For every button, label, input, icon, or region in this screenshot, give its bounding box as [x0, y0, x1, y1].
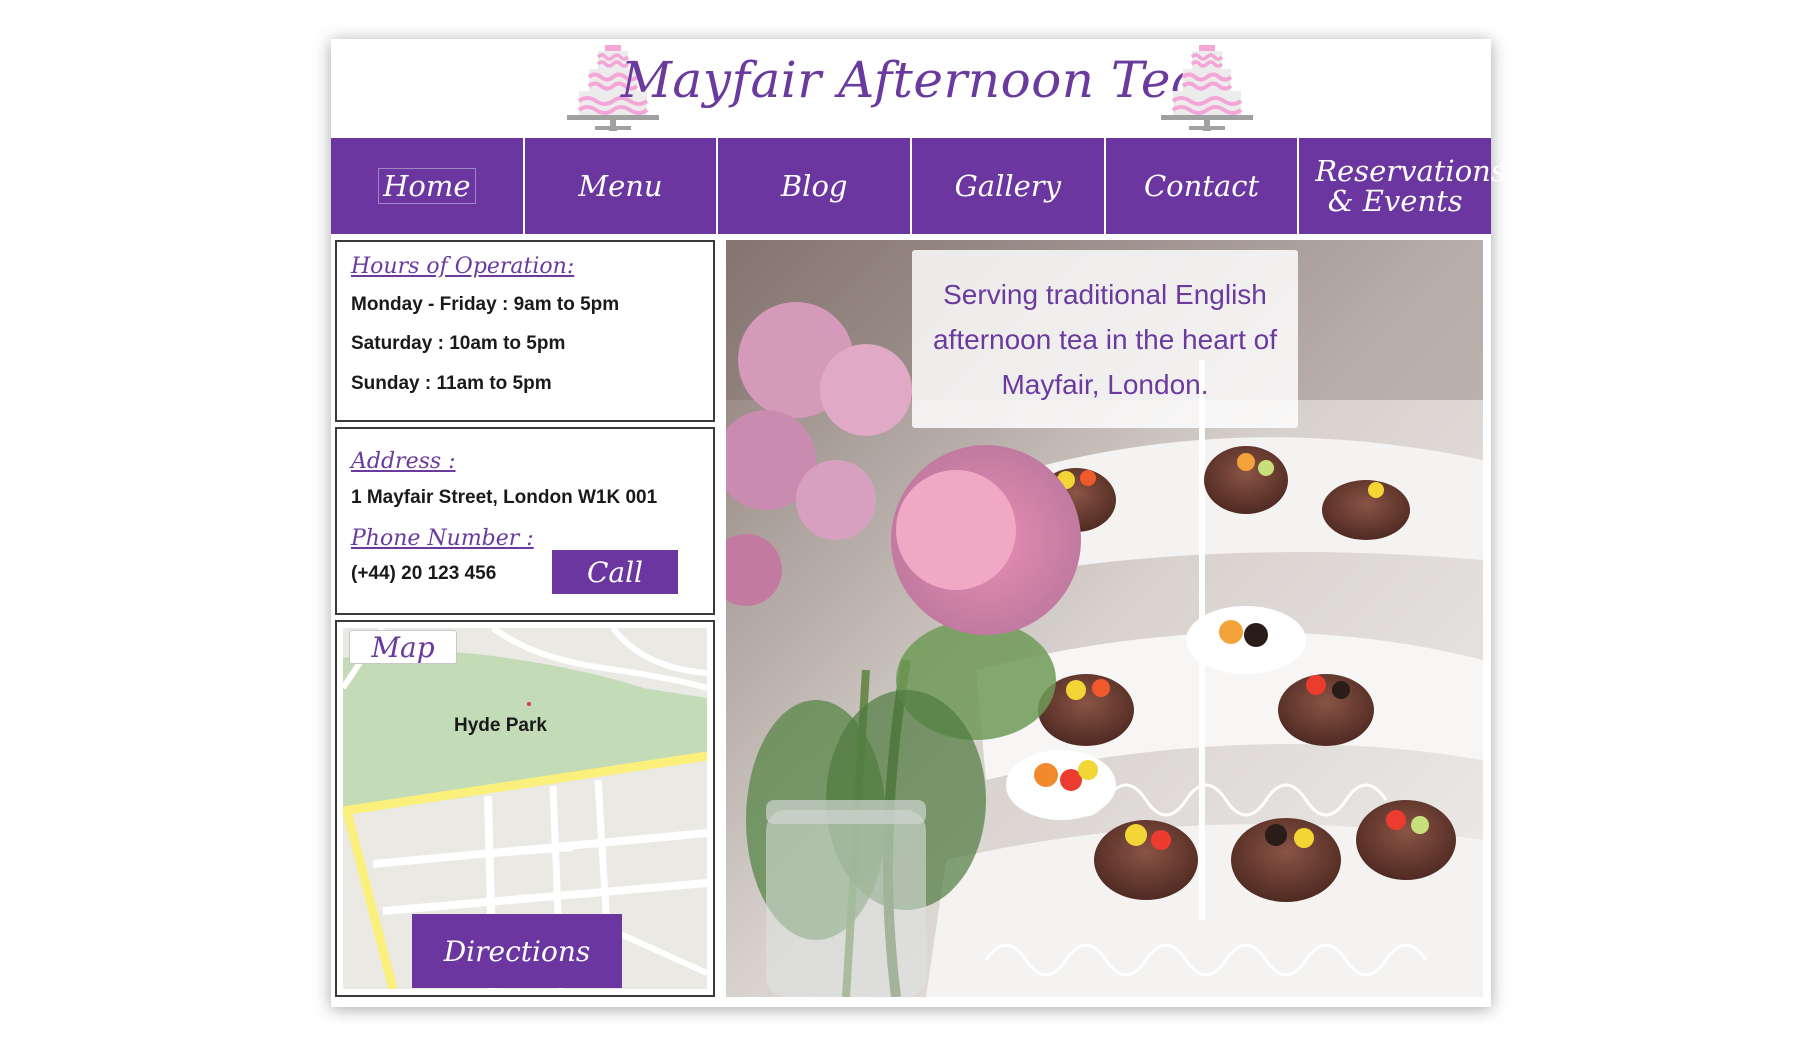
nav-item-contact[interactable]: Contact [1106, 138, 1300, 234]
nav-item-label: Home [378, 168, 476, 204]
hours-line-sunday: Sunday : 11am to 5pm [351, 373, 552, 394]
map-panel: Map Hyde Park Directions [335, 620, 715, 997]
phone-number: (+44) 20 123 456 [351, 563, 497, 584]
hours-panel: Hours of Operation: Monday - Friday : 9a… [335, 240, 715, 422]
nav-item-blog[interactable]: Blog [718, 138, 913, 234]
nav-item-menu[interactable]: Menu [525, 138, 719, 234]
hours-heading: Hours of Operation: [351, 254, 575, 279]
cake-icon [1161, 45, 1253, 131]
call-button[interactable]: Call [552, 550, 678, 594]
hours-line-saturday: Saturday : 10am to 5pm [351, 333, 566, 354]
nav-item-label: Contact [1143, 169, 1260, 203]
nav-item-gallery[interactable]: Gallery [912, 138, 1106, 234]
map-tab[interactable]: Map [349, 630, 457, 664]
site-header: Mayfair Afternoon Tea [331, 39, 1491, 138]
nav-item-label: Gallery [954, 169, 1062, 203]
hero-image: Serving traditional English afternoon te… [726, 240, 1483, 997]
nav-item-reservations[interactable]: Reservations & Events [1299, 138, 1506, 234]
phone-heading: Phone Number : [351, 526, 534, 551]
address-heading: Address : [351, 449, 456, 474]
main-nav: Home Menu Blog Gallery Contact Reservati… [331, 138, 1506, 234]
directions-button[interactable]: Directions [412, 914, 622, 988]
nav-item-label: Reservations & Events [1315, 154, 1506, 218]
site-title[interactable]: Mayfair Afternoon Tea [331, 51, 1491, 109]
map-view[interactable]: Map Hyde Park Directions [343, 628, 707, 989]
hero-tagline: Serving traditional English afternoon te… [912, 250, 1298, 428]
nav-item-home[interactable]: Home [331, 138, 525, 234]
page-container: Mayfair Afternoon Tea Home Menu Blog Gal… [331, 39, 1506, 1007]
map-label-hyde-park: Hyde Park [454, 715, 547, 736]
hours-line-weekdays: Monday - Friday : 9am to 5pm [351, 294, 620, 315]
nav-item-label: Blog [780, 169, 848, 203]
address-text: 1 Mayfair Street, London W1K 001 [351, 487, 658, 508]
contact-panel: Address : 1 Mayfair Street, London W1K 0… [335, 427, 715, 615]
nav-item-label: Menu [578, 169, 663, 203]
